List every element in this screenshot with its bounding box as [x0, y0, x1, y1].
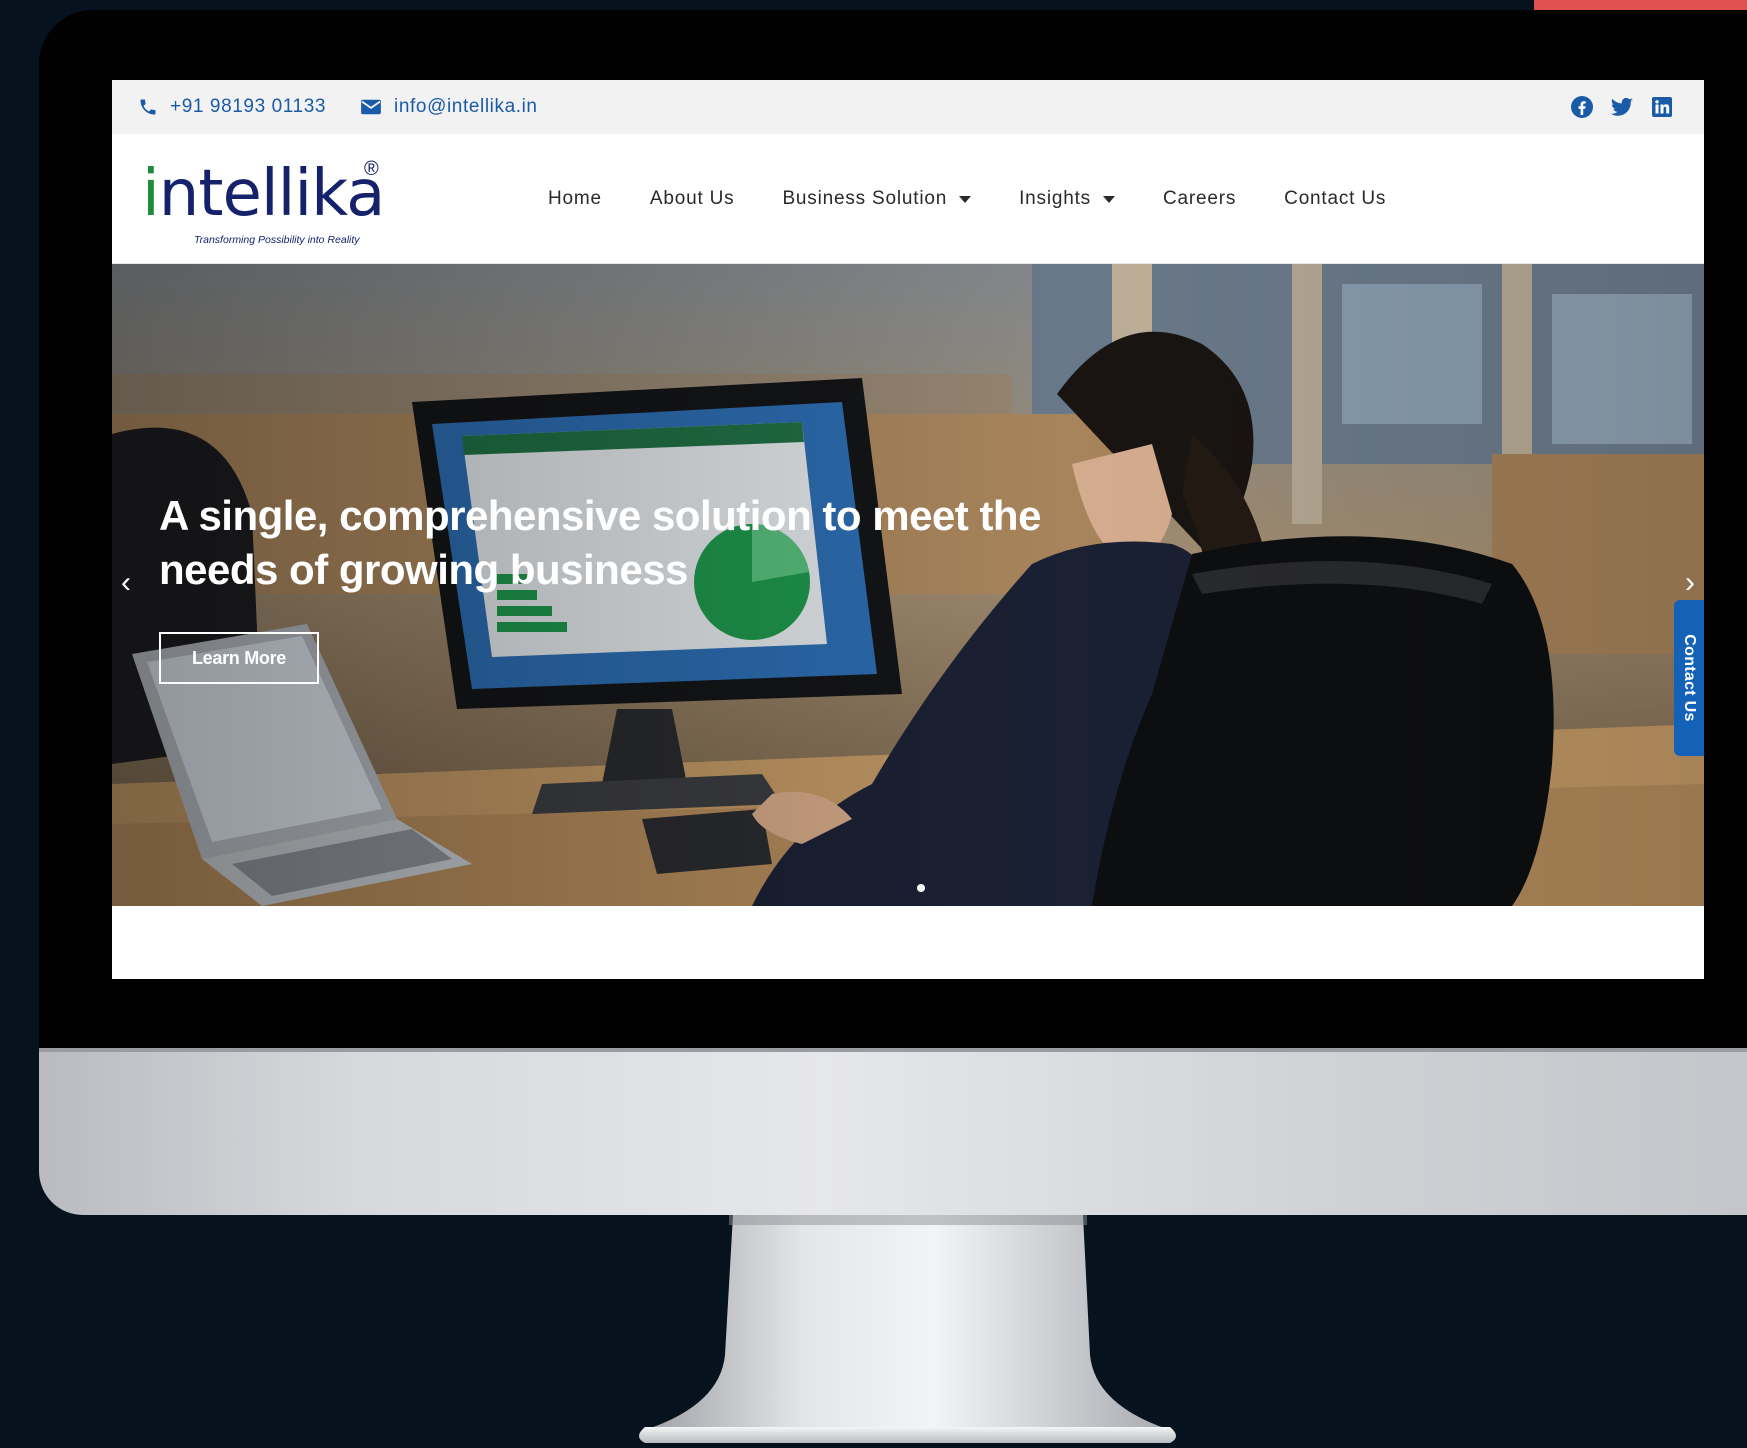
learn-more-button[interactable]: Learn More: [159, 632, 319, 684]
logo-word-rest: ntellika: [158, 157, 386, 231]
envelope-icon: [361, 99, 381, 115]
logo-letter-i: i: [142, 157, 160, 231]
caret-down-icon: [959, 195, 972, 203]
logo-tagline: Transforming Possibility into Reality: [194, 234, 360, 246]
monitor-chin: [39, 1048, 1747, 1215]
caret-down-icon: [1102, 195, 1115, 203]
registered-mark: ®: [364, 158, 379, 180]
nav-label: Insights: [1019, 188, 1091, 209]
social-links: [1570, 95, 1674, 119]
browser-viewport: +91 98193 01133 info@intellika.in intell…: [112, 80, 1704, 979]
slider-prev-icon[interactable]: ‹: [112, 568, 140, 598]
content-section: [112, 906, 1704, 979]
contact-us-side-tab[interactable]: Contact Us: [1674, 600, 1704, 756]
hero-title: A single, comprehensive solution to meet…: [159, 492, 1041, 593]
slider-dot[interactable]: [917, 884, 925, 892]
hero-slider: A single, comprehensive solution to meet…: [112, 264, 1704, 906]
top-contact-bar: +91 98193 01133 info@intellika.in: [112, 80, 1704, 134]
nav-label: Contact Us: [1284, 188, 1387, 209]
monitor-stand: [639, 1215, 1176, 1443]
nav-item-contact-us[interactable]: Contact Us: [1284, 188, 1386, 210]
nav-item-home[interactable]: Home: [548, 188, 602, 210]
email-text: info@intellika.in: [394, 96, 538, 117]
nav-item-insights[interactable]: Insights: [1019, 188, 1115, 210]
nav-label: Home: [548, 188, 602, 209]
nav-item-business-solution[interactable]: Business Solution: [782, 188, 972, 210]
nav-label: About Us: [649, 188, 735, 209]
email-link[interactable]: info@intellika.in: [360, 96, 538, 118]
linkedin-icon[interactable]: [1650, 95, 1674, 119]
site-header: intellika ® Transforming Possibility int…: [112, 134, 1704, 264]
facebook-icon[interactable]: [1570, 95, 1594, 119]
nav-item-about-us[interactable]: About Us: [650, 188, 735, 210]
phone-icon: [140, 99, 156, 115]
phone-link[interactable]: +91 98193 01133: [138, 96, 326, 118]
logo-wordmark: intellika: [142, 154, 386, 234]
slider-next-icon[interactable]: ›: [1676, 568, 1704, 598]
contact-tab-label: Contact Us: [1681, 634, 1698, 722]
intellika-logo[interactable]: intellika ® Transforming Possibility int…: [142, 154, 386, 249]
main-nav: Home About Us Business Solution Insights…: [548, 134, 1434, 264]
nav-label: Careers: [1162, 188, 1237, 209]
twitter-icon[interactable]: [1610, 95, 1634, 119]
accent-strip: [1534, 0, 1747, 10]
nav-label: Business Solution: [782, 188, 948, 209]
nav-item-careers[interactable]: Careers: [1163, 188, 1236, 210]
phone-text: +91 98193 01133: [170, 96, 327, 117]
